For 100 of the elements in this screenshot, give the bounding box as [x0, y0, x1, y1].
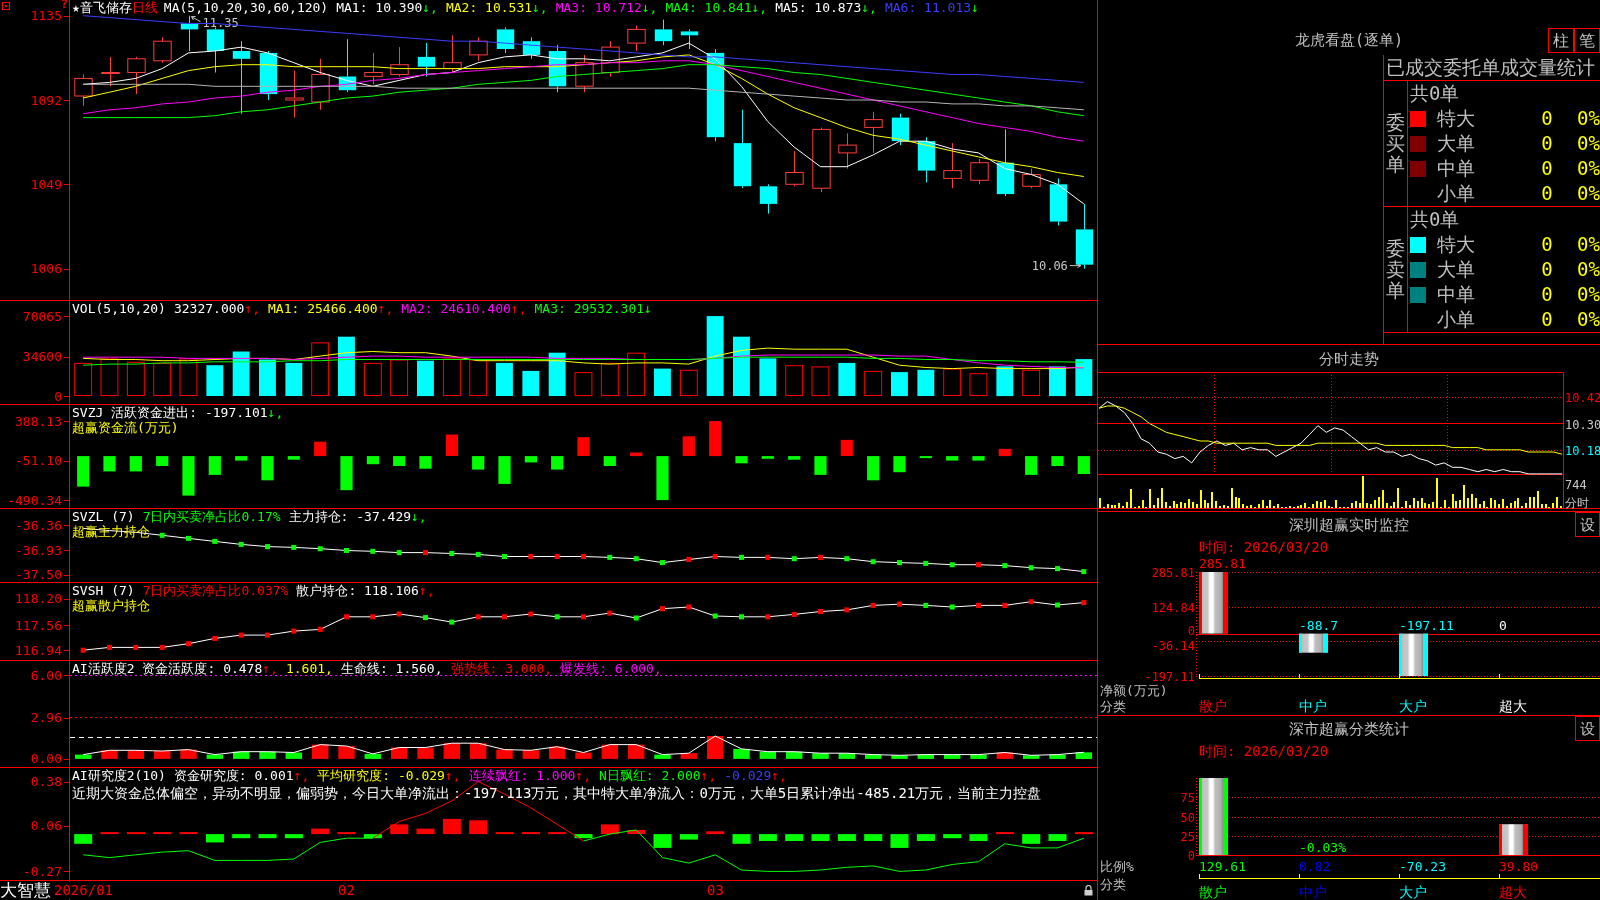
category-label: 超大 [1499, 884, 1527, 900]
order-type-label: 小单 [1437, 181, 1475, 206]
table-title: 已成交委托单成交量统计 [1384, 55, 1600, 81]
trend-arrow: ↓, [422, 0, 438, 15]
trend-arrow: ↓, [267, 405, 284, 420]
activity-bar [338, 746, 355, 759]
section-title: 深圳超赢实时监控 [1289, 515, 1409, 535]
axis-label: 净额(万元) [1100, 683, 1168, 698]
view-mode-button[interactable]: 笔 [1574, 28, 1600, 53]
volume-bar [654, 368, 671, 396]
order-share: 0% [1577, 181, 1600, 206]
indicator-legend-text: SVSH (7) [72, 583, 135, 598]
volume-bar [733, 336, 750, 396]
trend-arrow: ↓ [644, 301, 652, 316]
panel-title: 龙虎看盘(逐单) [1294, 30, 1404, 51]
activity-bar [707, 736, 724, 759]
volume-bar [126, 361, 145, 396]
volume-bar [891, 372, 908, 397]
order-total: 共0单 [1409, 207, 1460, 232]
activity-bar [154, 751, 171, 759]
trend-arrow: ↑, [771, 768, 787, 783]
settings-button[interactable]: 设 [1575, 512, 1600, 537]
bar [1399, 633, 1428, 676]
data-point-marker [80, 647, 86, 653]
research-bar [995, 832, 1014, 835]
category-label: 超大 [1499, 698, 1527, 714]
indicator-legend-text: 连续飘红: 1.000 [468, 768, 576, 783]
value-label: -88.7 [1299, 617, 1339, 633]
view-mode-button[interactable]: 柱 [1548, 28, 1574, 53]
research-bar [337, 832, 356, 835]
axis-tick-label: 0.38 [30, 775, 62, 789]
volume-bar [838, 362, 856, 396]
section-title: 深市超赢分类统计 [1289, 719, 1409, 739]
data-point-marker [238, 541, 244, 547]
volume-bar [996, 366, 1014, 397]
value-label: -70.23 [1399, 859, 1446, 874]
category-label: 大户 [1399, 698, 1427, 714]
data-point-marker [1028, 599, 1034, 605]
axis-tick-label: 388.13 [15, 414, 62, 428]
indicator-legend-text: AI研究度2(10) [72, 768, 166, 783]
data-point-marker [686, 604, 692, 610]
square-icon [2, 2, 10, 10]
trend-arrow: ↑, [244, 301, 261, 316]
order-share: 0% [1577, 257, 1600, 282]
volume-bar [442, 358, 461, 396]
research-bar [126, 832, 145, 835]
fund-flow-bar [603, 456, 616, 466]
research-bar [732, 834, 751, 844]
indicator-legend-text: 活跃资金进出: -197.101 [111, 405, 268, 420]
activity-bar [891, 755, 908, 759]
data-point-marker [581, 614, 586, 620]
fund-flow-bar [287, 456, 300, 460]
category-label: 中户 [1299, 698, 1327, 714]
activity-bar [1023, 755, 1040, 759]
axis-tick-label: 1006 [30, 262, 62, 276]
activity-bar [1049, 754, 1066, 759]
indicator-legend-text: MA(5,10,20,30,60,120) [163, 0, 329, 15]
fund-flow-bar [103, 456, 116, 472]
order-count: 0 [1541, 181, 1553, 206]
trend-arrow: ↑, [510, 301, 527, 316]
date-time-label: 时间: 2026/03/20 [1199, 742, 1329, 760]
data-point-marker [1002, 563, 1008, 569]
indicator-legend-text: 7日内买卖净占比0.037% [142, 583, 289, 598]
section-title: 分时走势 [1319, 348, 1379, 369]
candlestick [1075, 203, 1094, 270]
data-point-marker [712, 613, 718, 619]
brand-label: 大智慧 [0, 881, 51, 900]
data-point-marker [159, 644, 165, 650]
research-bar [548, 832, 567, 835]
trend-arrow: ↑, [444, 768, 461, 783]
settings-button[interactable]: 设 [1575, 716, 1600, 741]
category-label: 大户 [1399, 884, 1427, 900]
data-point-marker [475, 614, 481, 620]
order-share: 0% [1577, 106, 1600, 131]
research-bar [943, 834, 962, 839]
fund-flow-bar [788, 456, 801, 460]
order-type-label: 特大 [1437, 106, 1475, 131]
research-bar [706, 831, 725, 835]
research-bar [1048, 834, 1067, 841]
annotation-text: -0.03% [1299, 840, 1346, 855]
trend-arrow: ↑, [262, 661, 278, 676]
axis-tick-label: 118.20 [15, 592, 62, 606]
research-bar [969, 834, 988, 841]
indicator-legend-text: 主力持仓: -37.429 [288, 509, 412, 524]
data-point-marker [423, 615, 428, 621]
fund-flow-bar [761, 456, 774, 459]
volume-bar [390, 359, 409, 396]
fund-flow-bar [946, 456, 959, 461]
data-point-marker [923, 560, 929, 566]
data-point-marker [870, 559, 876, 565]
data-point-marker [344, 548, 349, 553]
indicator-legend-text: MA2: 24610.400 [401, 301, 511, 316]
data-point-marker [502, 554, 507, 559]
data-point-marker [317, 626, 323, 632]
fund-flow-bar [77, 456, 90, 487]
axis-tick-label: 0 [1187, 623, 1195, 638]
research-bar [205, 834, 224, 843]
indicator-legend-text: N日飘红: 2.000 [599, 768, 701, 783]
lock-icon [1084, 885, 1093, 896]
axis-tick-label: -36.93 [15, 543, 62, 557]
